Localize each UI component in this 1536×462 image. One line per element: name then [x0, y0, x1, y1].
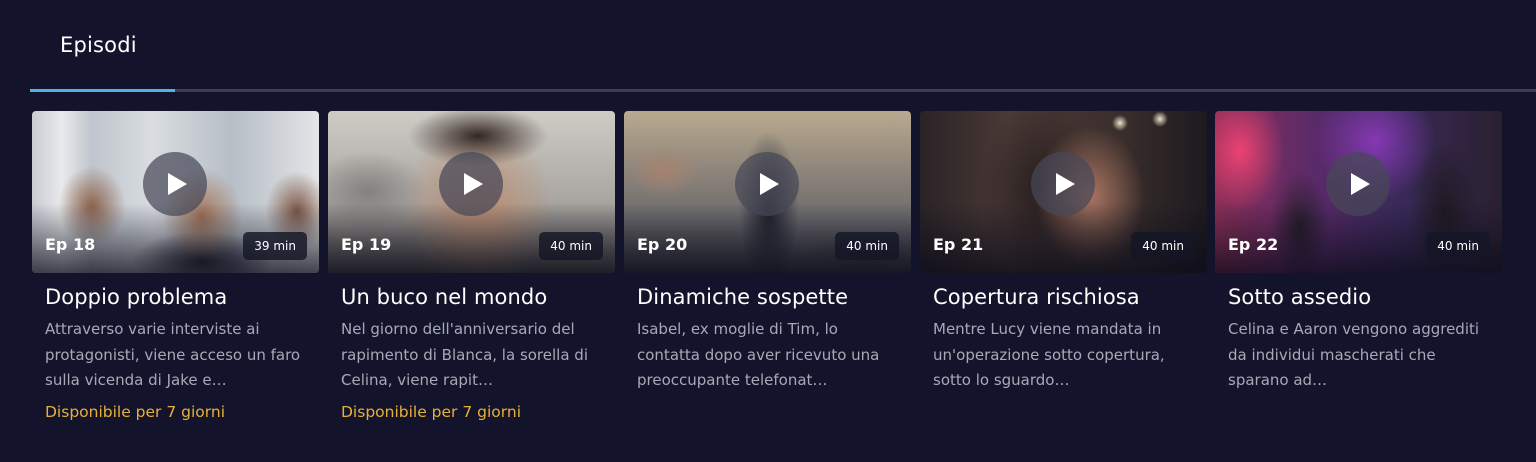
play-button[interactable]: [439, 152, 503, 216]
episode-description: Attraverso varie interviste ai protagoni…: [45, 320, 301, 389]
play-icon: [760, 173, 779, 195]
duration-badge: 40 min: [1426, 232, 1490, 260]
duration-badge: 40 min: [835, 232, 899, 260]
episode-number: Ep 20: [637, 235, 688, 254]
availability-label: Disponibile per 7 giorni: [45, 403, 226, 421]
episode-number: Ep 21: [933, 235, 984, 254]
episode-description: Nel giorno dell'anniversario del rapimen…: [341, 320, 588, 389]
episode-thumbnail[interactable]: Ep 21 40 min: [920, 111, 1207, 273]
episode-title[interactable]: Sotto assedio: [1228, 285, 1371, 309]
play-icon: [168, 173, 187, 195]
play-button[interactable]: [735, 152, 799, 216]
play-icon: [1056, 173, 1075, 195]
episode-title[interactable]: Copertura rischiosa: [933, 285, 1140, 309]
availability-label: Disponibile per 7 giorni: [341, 403, 522, 421]
play-button[interactable]: [1031, 152, 1095, 216]
play-icon: [1351, 173, 1370, 195]
episode-number: Ep 18: [45, 235, 96, 254]
duration-badge: 39 min: [243, 232, 307, 260]
episode-thumbnail[interactable]: Ep 18 39 min: [32, 111, 319, 273]
episode-card-18[interactable]: Ep 18 39 min Doppio problema Attraverso …: [32, 111, 319, 441]
play-button[interactable]: [1326, 152, 1390, 216]
episode-title[interactable]: Un buco nel mondo: [341, 285, 547, 309]
episode-card-20[interactable]: Ep 20 40 min Dinamiche sospette Isabel, …: [624, 111, 911, 441]
play-button[interactable]: [143, 152, 207, 216]
episode-title[interactable]: Dinamiche sospette: [637, 285, 848, 309]
episode-description: Mentre Lucy viene mandata in un'operazio…: [933, 320, 1165, 389]
episode-card-19[interactable]: Ep 19 40 min Un buco nel mondo Nel giorn…: [328, 111, 615, 441]
episode-thumbnail[interactable]: Ep 20 40 min: [624, 111, 911, 273]
episode-thumbnail[interactable]: Ep 19 40 min: [328, 111, 615, 273]
duration-badge: 40 min: [1131, 232, 1195, 260]
tab-bar: Episodi: [0, 0, 1536, 94]
active-tab-indicator: [30, 89, 175, 92]
tab-track: [30, 89, 1536, 92]
episode-number: Ep 22: [1228, 235, 1279, 254]
episode-description: Celina e Aaron vengono aggrediti da indi…: [1228, 320, 1480, 389]
episode-thumbnail[interactable]: Ep 22 40 min: [1215, 111, 1502, 273]
tab-label: Episodi: [60, 33, 137, 57]
episode-card-21[interactable]: Ep 21 40 min Copertura rischiosa Mentre …: [920, 111, 1207, 441]
episode-card-22[interactable]: Ep 22 40 min Sotto assedio Celina e Aaro…: [1215, 111, 1502, 441]
episode-number: Ep 19: [341, 235, 392, 254]
tab-episodi[interactable]: Episodi: [30, 0, 175, 94]
duration-badge: 40 min: [539, 232, 603, 260]
episode-description: Isabel, ex moglie di Tim, lo contatta do…: [637, 320, 880, 389]
episode-title[interactable]: Doppio problema: [45, 285, 227, 309]
play-icon: [464, 173, 483, 195]
